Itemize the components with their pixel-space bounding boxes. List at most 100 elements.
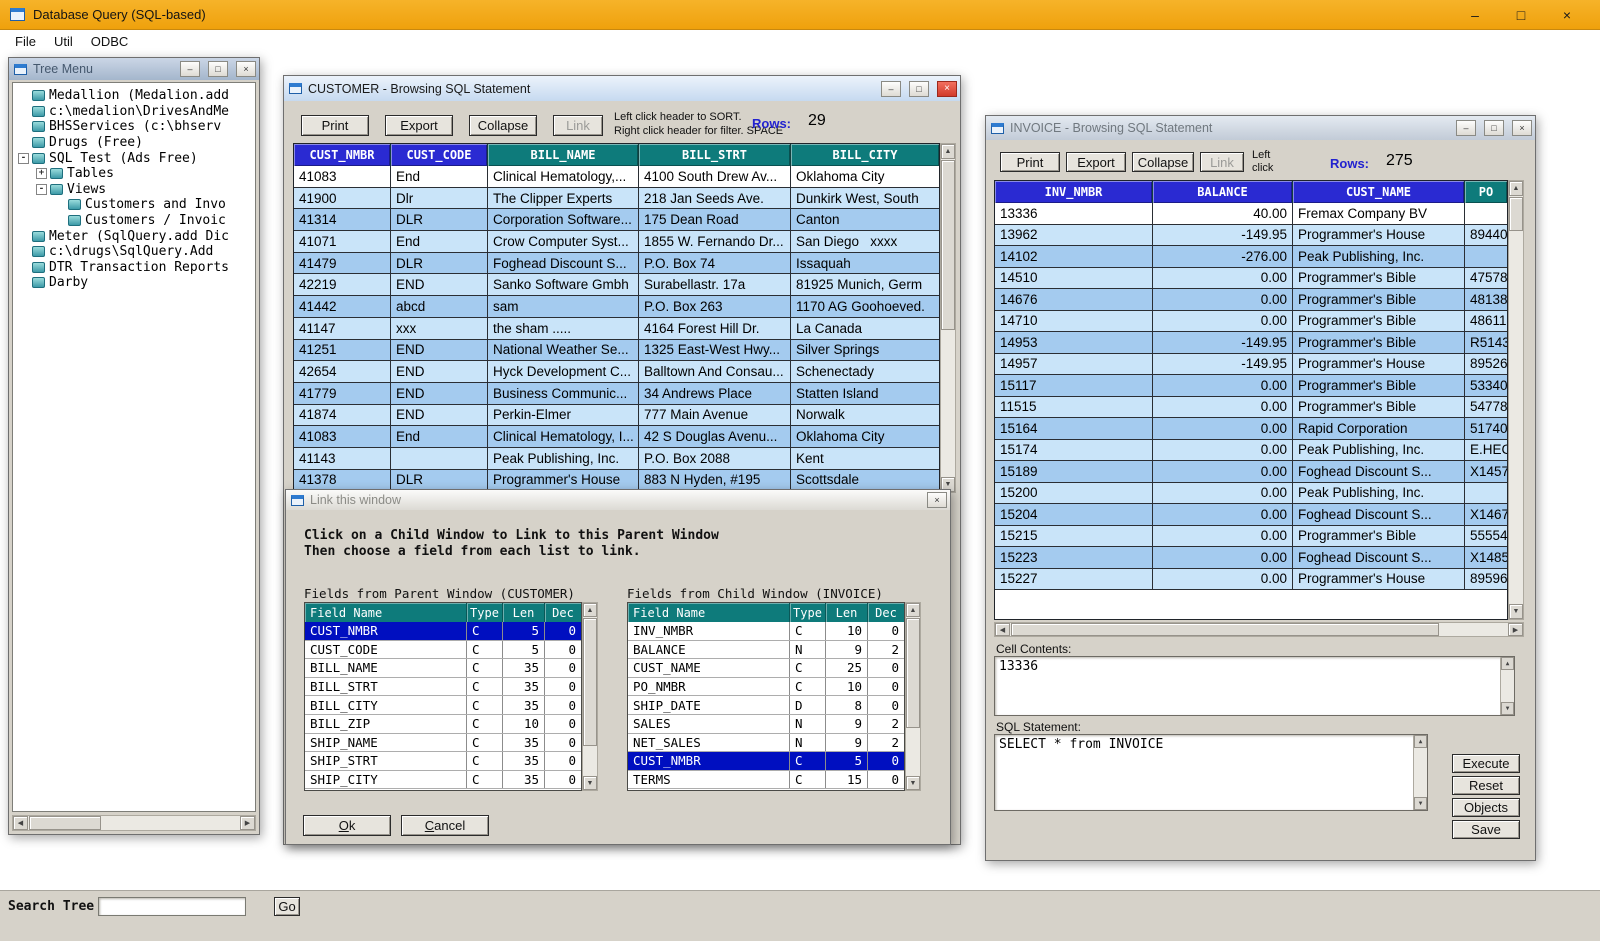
minimize-icon[interactable]: – xyxy=(180,61,200,77)
link-button[interactable]: Link xyxy=(1200,152,1244,172)
column-header[interactable]: Dec xyxy=(545,603,581,622)
go-button[interactable]: Go xyxy=(274,897,300,916)
column-header[interactable]: Field Name xyxy=(305,603,467,622)
link-button[interactable]: Link xyxy=(553,115,603,136)
table-row[interactable]: 42219 END Sanko Software Gmbh Surabellas… xyxy=(294,274,939,296)
sql-scrollbar[interactable]: ▲ ▼ xyxy=(1413,735,1427,810)
execute-button[interactable]: Execute xyxy=(1452,754,1520,773)
scroll-down-icon[interactable]: ▼ xyxy=(1501,702,1514,715)
scrollbar-thumb[interactable] xyxy=(941,160,955,330)
column-header[interactable]: PO xyxy=(1465,181,1507,203)
tree-item[interactable]: Medallion (Medalion.add xyxy=(13,88,255,104)
column-header[interactable]: BALANCE xyxy=(1153,181,1293,203)
scroll-up-icon[interactable]: ▲ xyxy=(1501,657,1514,670)
table-row[interactable]: 14710 0.00 Programmer's Bible 48611 xyxy=(995,311,1507,333)
table-row[interactable]: 15227 0.00 Programmer's House 895968 xyxy=(995,569,1507,591)
field-row[interactable]: PO_NMBR C 10 0 xyxy=(628,678,904,697)
field-row[interactable]: BALANCE N 9 2 xyxy=(628,641,904,660)
maximize-icon[interactable]: □ xyxy=(909,81,929,97)
table-row[interactable]: 15215 0.00 Programmer's Bible 55554 xyxy=(995,526,1507,548)
table-row[interactable]: 15174 0.00 Peak Publishing, Inc. E.HECTO xyxy=(995,440,1507,462)
table-row[interactable]: 42654 END Hyck Development C... Balltown… xyxy=(294,361,939,383)
scrollbar-thumb[interactable] xyxy=(583,618,597,746)
tree-item[interactable]: Meter (SqlQuery.add Dic xyxy=(13,228,255,244)
maximize-icon[interactable]: □ xyxy=(208,61,228,77)
print-button[interactable]: Print xyxy=(1000,152,1060,172)
invoice-vertical-scrollbar[interactable]: ▲ ▼ xyxy=(1508,180,1524,620)
table-row[interactable]: 14510 0.00 Programmer's Bible 47578 xyxy=(995,268,1507,290)
tree-expander-icon[interactable]: - xyxy=(36,184,47,195)
customer-vertical-scrollbar[interactable]: ▲ ▼ xyxy=(940,143,956,493)
scroll-left-icon[interactable]: ◀ xyxy=(995,623,1010,636)
tree-item[interactable]: Drugs (Free) xyxy=(13,135,255,151)
menu-item[interactable]: Util xyxy=(45,32,82,51)
tree-item[interactable]: - SQL Test (Ads Free) xyxy=(13,150,255,166)
scroll-right-icon[interactable]: ▶ xyxy=(240,816,255,830)
tree-item[interactable]: - Views xyxy=(13,182,255,198)
field-row[interactable]: CUST_NMBR C 5 0 xyxy=(628,752,904,771)
scrollbar-thumb[interactable] xyxy=(29,816,101,830)
sql-statement-box[interactable]: SELECT * from INVOICE ▲ ▼ xyxy=(994,734,1428,811)
table-row[interactable]: 14953 -149.95 Programmer's Bible R51434 xyxy=(995,332,1507,354)
table-row[interactable]: 41251 END National Weather Se... 1325 Ea… xyxy=(294,340,939,362)
field-row[interactable]: BILL_NAME C 35 0 xyxy=(305,659,581,678)
table-row[interactable]: 14676 0.00 Programmer's Bible 48138 xyxy=(995,289,1507,311)
scroll-down-icon[interactable]: ▼ xyxy=(1414,797,1427,810)
tree-item[interactable]: c:\medalion\DrivesAndMe xyxy=(13,104,255,120)
table-row[interactable]: 41143 Peak Publishing, Inc. P.O. Box 208… xyxy=(294,448,939,470)
field-row[interactable]: CUST_CODE C 5 0 xyxy=(305,641,581,660)
field-row[interactable]: CUST_NAME C 25 0 xyxy=(628,659,904,678)
close-icon[interactable]: × xyxy=(937,81,957,97)
table-row[interactable]: 41779 END Business Communic... 34 Andrew… xyxy=(294,383,939,405)
field-row[interactable]: SHIP_CITY C 35 0 xyxy=(305,771,581,790)
column-header[interactable]: CUST_NAME xyxy=(1293,181,1465,203)
cell-contents-scrollbar[interactable]: ▲ ▼ xyxy=(1500,657,1514,715)
table-row[interactable]: 14102 -276.00 Peak Publishing, Inc. xyxy=(995,246,1507,268)
parent-fields-scrollbar[interactable]: ▲ ▼ xyxy=(582,602,598,791)
field-row[interactable]: SHIP_NAME C 35 0 xyxy=(305,734,581,753)
table-row[interactable]: 14957 -149.95 Programmer's House 895260 xyxy=(995,354,1507,376)
field-row[interactable]: BILL_STRT C 35 0 xyxy=(305,678,581,697)
collapse-button[interactable]: Collapse xyxy=(1132,152,1194,172)
field-row[interactable]: NET_SALES N 9 2 xyxy=(628,734,904,753)
collapse-button[interactable]: Collapse xyxy=(469,115,537,136)
cell-contents-box[interactable]: 13336 ▲ ▼ xyxy=(994,656,1515,716)
field-row[interactable]: INV_NMBR C 10 0 xyxy=(628,622,904,641)
column-header[interactable]: Len xyxy=(503,603,545,622)
objects-button[interactable]: Objects xyxy=(1452,798,1520,817)
column-header[interactable]: BILL_CITY xyxy=(791,144,939,166)
maximize-icon[interactable]: □ xyxy=(1484,120,1504,136)
table-row[interactable]: 41147 xxx the sham ..... 4164 Forest Hil… xyxy=(294,318,939,340)
field-row[interactable]: SHIP_DATE D 8 0 xyxy=(628,696,904,715)
tree-item[interactable]: DTR Transaction Reports xyxy=(13,260,255,276)
print-button[interactable]: Print xyxy=(301,115,369,136)
field-row[interactable]: BILL_ZIP C 10 0 xyxy=(305,715,581,734)
scrollbar-thumb[interactable] xyxy=(906,618,920,728)
export-button[interactable]: Export xyxy=(385,115,453,136)
table-row[interactable]: 41874 END Perkin-Elmer 777 Main Avenue N… xyxy=(294,405,939,427)
invoice-title-bar[interactable]: INVOICE - Browsing SQL Statement – □ × xyxy=(986,116,1535,140)
scroll-down-icon[interactable]: ▼ xyxy=(1509,604,1523,619)
tree-item[interactable]: c:\drugs\SqlQuery.Add xyxy=(13,244,255,260)
scroll-up-icon[interactable]: ▲ xyxy=(1509,181,1523,196)
column-header[interactable]: CUST_NMBR xyxy=(294,144,391,166)
minimize-icon[interactable]: – xyxy=(1456,120,1476,136)
field-row[interactable]: SHIP_STRT C 35 0 xyxy=(305,752,581,771)
table-row[interactable]: 13962 -149.95 Programmer's House 894405 xyxy=(995,225,1507,247)
column-header[interactable]: Type xyxy=(790,603,826,622)
scroll-up-icon[interactable]: ▲ xyxy=(906,603,920,617)
scrollbar-thumb[interactable] xyxy=(1509,197,1523,231)
column-header[interactable]: INV_NMBR xyxy=(995,181,1153,203)
menu-item[interactable]: File xyxy=(6,32,45,51)
reset-button[interactable]: Reset xyxy=(1452,776,1520,795)
close-icon[interactable]: × xyxy=(236,61,256,77)
tree-item[interactable]: Customers / Invoic xyxy=(13,213,255,229)
field-row[interactable]: CUST_NMBR C 5 0 xyxy=(305,622,581,641)
field-row[interactable]: BILL_CITY C 35 0 xyxy=(305,696,581,715)
table-row[interactable]: 13336 40.00 Fremax Company BV xyxy=(995,203,1507,225)
cancel-button[interactable]: Cancel xyxy=(401,815,489,836)
tree-horizontal-scrollbar[interactable]: ◀ ▶ xyxy=(12,815,256,831)
customer-title-bar[interactable]: CUSTOMER - Browsing SQL Statement – □ × xyxy=(284,76,960,101)
close-icon[interactable]: × xyxy=(1512,120,1532,136)
ok-button[interactable]: Ok xyxy=(303,815,391,836)
